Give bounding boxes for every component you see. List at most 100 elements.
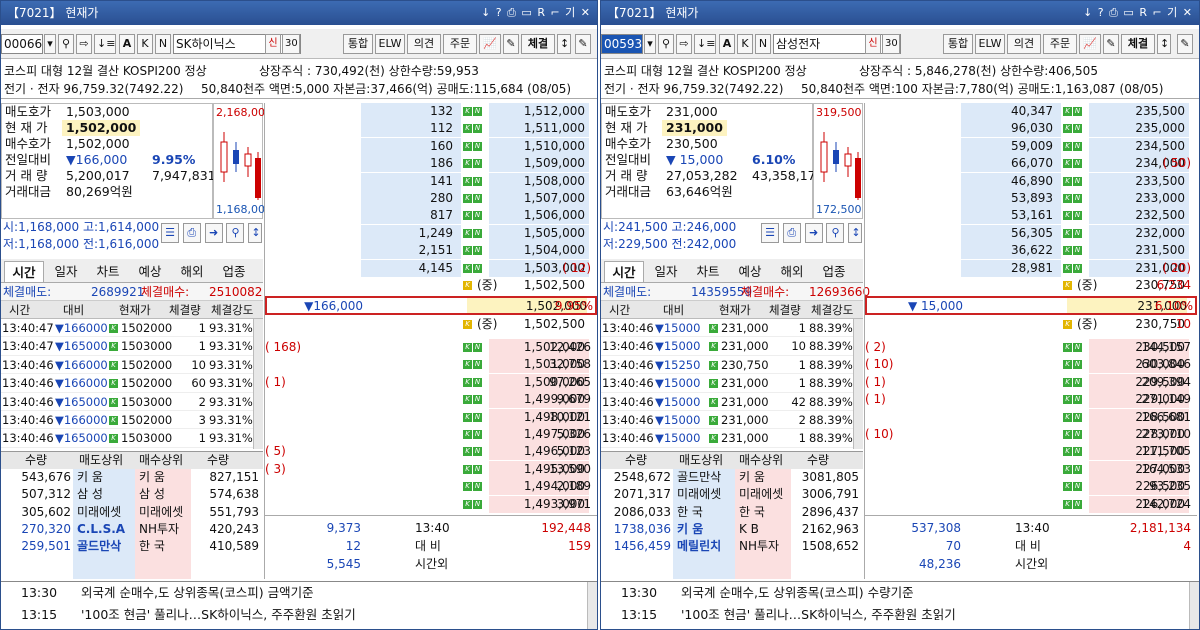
bid-row[interactable]: ( 3) KN 1,495,000 13,590 bbox=[265, 460, 597, 478]
opinion-button[interactable]: 의견 bbox=[1007, 34, 1041, 54]
stats-tools[interactable]: ☰ ⎙ ➜ ⚲ ↕ bbox=[161, 223, 263, 243]
current-price-row[interactable]: ▼ 15,000 231,000 6.10% bbox=[865, 296, 1197, 315]
broker-row[interactable]: 2071,317 미래에셋 미래에셋 3006,791 bbox=[601, 486, 863, 503]
updown-icon[interactable]: ↕ bbox=[848, 223, 863, 243]
tab-2[interactable]: 차트 bbox=[688, 261, 728, 282]
trade-row[interactable]: 13:40:46 ▼15250 K 230,750 1 88.39% bbox=[601, 356, 863, 375]
stock-code-input[interactable]: 005930 bbox=[601, 34, 643, 54]
tab-4[interactable]: 해외 bbox=[172, 261, 212, 282]
sort-icon[interactable]: ↓≡ bbox=[694, 34, 716, 54]
broker-row[interactable]: 507,312 삼 성 삼 성 574,638 bbox=[1, 486, 263, 503]
print-icon[interactable]: ⎙ bbox=[182, 223, 201, 243]
bid-row[interactable]: ( 10) KN 228,000 273,710 bbox=[865, 426, 1197, 443]
elw-button[interactable]: ELW bbox=[975, 34, 1005, 54]
trade-row[interactable]: 13:40:46 ▼166000 K 1502000 3 93.31% bbox=[1, 411, 263, 430]
broker-row[interactable]: 543,676 키 움 키 움 827,151 bbox=[1, 469, 263, 486]
ask-row[interactable]: 141 KN 1,508,000 bbox=[265, 172, 597, 190]
title-icons[interactable]: ↓ ? ⎙ ▭ R ⌐ 기 ✕ bbox=[1083, 1, 1193, 25]
ask-row[interactable]: 46,890 KN 233,500 bbox=[865, 172, 1197, 190]
broker-row[interactable]: 2548,672 골드만삭 키 움 3081,805 bbox=[601, 469, 863, 486]
order-button[interactable]: 주문 bbox=[443, 34, 477, 54]
news-scrollbar[interactable] bbox=[587, 582, 597, 629]
bid-row[interactable]: KN 226,500 93,235 bbox=[865, 478, 1197, 496]
chart-icon[interactable]: 📈 bbox=[479, 34, 501, 54]
arrow-right-icon[interactable]: ➜ bbox=[804, 223, 823, 243]
tab-2[interactable]: 차트 bbox=[88, 261, 128, 282]
news-list[interactable]: 13:30 외국계 순매수,도 상위종목(코스피) 금액기준 13:15 '10… bbox=[1, 581, 597, 629]
order-book[interactable]: 132 KN 1,512,000 112 KN 1,511,000 160 KN… bbox=[264, 103, 597, 579]
bid-row[interactable]: KN 1,501,000 32,758 bbox=[265, 356, 597, 374]
ask-row[interactable]: 40,347 KN 235,500 bbox=[865, 103, 1197, 120]
trade-row[interactable]: 13:40:46 ▼166000 K 1502000 60 93.31% bbox=[1, 374, 263, 393]
execution-button[interactable]: 체결 bbox=[521, 34, 555, 54]
ask-row[interactable]: 817 KN 1,506,000 bbox=[265, 207, 597, 225]
history-icon[interactable]: ⇨ bbox=[676, 34, 692, 54]
stats-tools[interactable]: ☰ ⎙ ➜ ⚲ ↕ bbox=[761, 223, 863, 243]
filter-n-button[interactable]: N bbox=[755, 34, 771, 54]
mini-chart[interactable]: 319,500 172,500 bbox=[813, 103, 863, 219]
broker-row[interactable]: 2086,033 한 국 한 국 2896,437 bbox=[601, 504, 863, 521]
news-item[interactable]: 13:30 외국계 순매수,도 상위종목(코스피) 금액기준 bbox=[1, 582, 597, 604]
bid-row[interactable]: KN 228,500 166,681 bbox=[865, 408, 1197, 426]
execution-button[interactable]: 체결 bbox=[1121, 34, 1155, 54]
tab-1[interactable]: 일자 bbox=[46, 261, 86, 282]
dropdown-icon[interactable]: ▾ bbox=[644, 34, 656, 54]
elw-button[interactable]: ELW bbox=[375, 34, 405, 54]
news-scrollbar[interactable] bbox=[1189, 582, 1199, 629]
trade-row[interactable]: 13:40:46 ▼165000 K 1503000 1 93.31% bbox=[1, 429, 263, 448]
ask-row[interactable]: 160 KN 1,510,000 bbox=[265, 137, 597, 155]
trade-row[interactable]: 13:40:46 ▼15000 K 231,000 2 88.39% bbox=[601, 411, 863, 430]
trade-row[interactable]: 13:40:46 ▼166000 K 1502000 10 93.31% bbox=[1, 356, 263, 375]
trade-scrollbar[interactable] bbox=[253, 319, 263, 449]
bid-row[interactable]: KN 227,000 164,533 bbox=[865, 460, 1197, 478]
news-item[interactable]: 13:15 '100조 현금' 풀리나…SK하이닉스, 주주환원 초읽기 bbox=[601, 604, 1199, 626]
settings-icon[interactable]: ✎ bbox=[1103, 34, 1119, 54]
trade-row[interactable]: 13:40:46 ▼15000 K 231,000 1 88.39% bbox=[601, 319, 863, 338]
broker-row[interactable]: 305,602 미래에셋 미래에셋 551,793 bbox=[1, 504, 263, 521]
bid-row[interactable]: ( 10) KN 230,000 603,846 bbox=[865, 356, 1197, 374]
updown-icon[interactable]: ↕ bbox=[557, 34, 571, 54]
broker-row[interactable]: 1738,036 키 움 K B 2162,963 bbox=[601, 521, 863, 538]
ask-row[interactable]: 1,249 KN 1,505,000 bbox=[265, 224, 597, 242]
zoom-icon[interactable]: ⚲ bbox=[826, 223, 845, 243]
trade-row[interactable]: 13:40:46 ▼15000 K 231,000 1 88.39% bbox=[601, 429, 863, 448]
bid-row[interactable]: ( 2) KN 230,500 144,157 bbox=[865, 339, 1197, 356]
trade-row[interactable]: 13:40:46 ▼15000 K 231,000 10 88.39% bbox=[601, 337, 863, 356]
stock-code-input[interactable]: 000660 bbox=[1, 34, 43, 54]
sort-icon[interactable]: ↓≡ bbox=[94, 34, 116, 54]
bid-row[interactable]: KN 226,000 142,724 bbox=[865, 495, 1197, 513]
trade-row[interactable]: 13:40:46 ▼15000 K 231,000 42 88.39% bbox=[601, 393, 863, 411]
tab-0[interactable]: 시간 bbox=[604, 261, 644, 282]
tab-0[interactable]: 시간 bbox=[4, 261, 44, 282]
title-bar[interactable]: 【7021】 현재가 ↓ ? ⎙ ▭ R ⌐ 기 ✕ bbox=[1, 1, 597, 25]
filter-n-button[interactable]: N bbox=[155, 34, 171, 54]
ask-row[interactable]: 28,981 KN 231,000 ( 20) bbox=[865, 259, 1197, 277]
news-item[interactable]: 13:15 '100조 현금' 풀리나…SK하이닉스, 주주환원 초읽기 bbox=[1, 604, 597, 626]
broker-row[interactable]: 270,320 C.L.S.A NH투자 420,243 bbox=[1, 521, 263, 538]
settings-icon[interactable]: ✎ bbox=[503, 34, 519, 54]
title-icons[interactable]: ↓ ? ⎙ ▭ R ⌐ 기 ✕ bbox=[481, 1, 591, 25]
filter-k-button[interactable]: K bbox=[737, 34, 753, 54]
updown-icon[interactable]: ↕ bbox=[1157, 34, 1171, 54]
bid-row[interactable]: KN 1,493,000 3,971 bbox=[265, 495, 597, 513]
tab-3[interactable]: 예상 bbox=[130, 261, 170, 282]
zoom-icon[interactable]: ⚲ bbox=[226, 223, 245, 243]
ask-row[interactable]: 96,030 KN 235,000 bbox=[865, 120, 1197, 138]
list-icon[interactable]: ☰ bbox=[761, 223, 779, 243]
pin-icon[interactable]: ✎ bbox=[575, 34, 591, 54]
broker-row[interactable]: 259,501 골드만삭 한 국 410,589 bbox=[1, 538, 263, 555]
ask-row[interactable]: 53,161 KN 232,500 bbox=[865, 207, 1197, 225]
filter-a-button[interactable]: A bbox=[719, 34, 735, 54]
bid-row[interactable]: KN 1,494,000 2,189 bbox=[265, 478, 597, 496]
trade-row[interactable]: 13:40:47 ▼165000 K 1503000 1 93.31% bbox=[1, 337, 263, 356]
trade-row[interactable]: 13:40:46 ▼165000 K 1503000 2 93.31% bbox=[1, 393, 263, 411]
title-bar[interactable]: 【7021】 현재가 ↓ ? ⎙ ▭ R ⌐ 기 ✕ bbox=[601, 1, 1199, 25]
order-button[interactable]: 주문 bbox=[1043, 34, 1077, 54]
order-book[interactable]: 40,347 KN 235,500 96,030 KN 235,000 59,0… bbox=[864, 103, 1197, 579]
bid-row[interactable]: KN 1,497,000 5,326 bbox=[265, 426, 597, 443]
ask-row[interactable]: 36,622 KN 231,500 bbox=[865, 242, 1197, 260]
arrow-right-icon[interactable]: ➜ bbox=[204, 223, 223, 243]
trade-list[interactable]: 시간 대비 현재가 체결량 체결강도 13:40:46 ▼15000 K 231… bbox=[601, 301, 863, 449]
tab-1[interactable]: 일자 bbox=[646, 261, 686, 282]
tab-5[interactable]: 업종 bbox=[814, 261, 854, 282]
